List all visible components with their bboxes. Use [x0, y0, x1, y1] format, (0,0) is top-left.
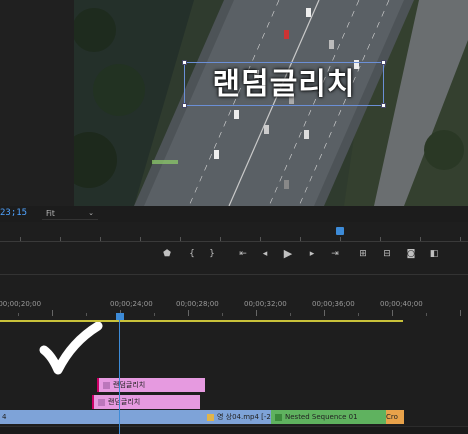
ruler-label: 00;00;28;00 [176, 300, 219, 308]
clip-label: 랜덤글리치 [108, 398, 141, 406]
video-clip[interactable]: 4 [0, 410, 203, 424]
monitor-playhead[interactable] [336, 227, 344, 235]
audio-track-area [0, 426, 468, 434]
ruler-label: 00;00;32;00 [244, 300, 287, 308]
timeline-playhead-line [119, 320, 120, 434]
lift-icon[interactable]: ⊞ [356, 249, 370, 259]
comparison-view-icon[interactable]: ◧ [427, 249, 441, 259]
panel-divider [0, 274, 468, 275]
timeline-playhead[interactable] [116, 313, 124, 320]
export-frame-icon[interactable]: ◙ [404, 249, 418, 259]
mark-out-icon[interactable]: } [205, 249, 219, 259]
go-to-out-icon[interactable]: ⇥ [328, 249, 342, 259]
zoom-fit-label: Fit [46, 209, 55, 218]
zoom-fit-select[interactable]: Fit ⌄ [42, 209, 98, 220]
checkmark-annotation [38, 321, 104, 386]
video-clip[interactable]: 영 상04.mp4 [-20 [203, 410, 271, 424]
fx-icon [207, 413, 214, 421]
go-to-in-icon[interactable]: ⇤ [236, 249, 250, 259]
clip-label: Cro [386, 413, 398, 421]
play-icon[interactable]: ▶ [281, 247, 295, 260]
playhead-timecode[interactable]: 23;15 [0, 208, 27, 218]
monitor-mini-timeline[interactable] [0, 226, 468, 242]
timeline-ruler[interactable]: ;00;00;20;00 00;00;24;00 00;00;28;00 00;… [0, 300, 468, 322]
fx-icon [275, 413, 282, 421]
ruler-label: 00;00;40;00 [380, 300, 423, 308]
extract-icon[interactable]: ⊟ [380, 249, 394, 259]
clip-label: 랜덤글리치 [113, 381, 146, 389]
transform-handle[interactable] [182, 60, 187, 65]
clip-label: 영 상04.mp4 [-20 [217, 413, 271, 421]
ruler-label: 00;00;36;00 [312, 300, 355, 308]
fx-icon [103, 381, 110, 389]
crop-clip[interactable]: Cro [386, 410, 404, 424]
step-forward-icon[interactable]: ▸ [305, 249, 319, 259]
transform-handle[interactable] [182, 103, 187, 108]
nested-sequence-clip[interactable]: Nested Sequence 01 [271, 410, 386, 424]
fx-icon [98, 398, 105, 406]
title-clip[interactable]: 랜덤글리치 [92, 395, 200, 409]
ruler-label: ;00;00;20;00 [0, 300, 42, 308]
transform-handle[interactable] [381, 60, 386, 65]
mark-in-icon[interactable]: { [185, 249, 199, 259]
chevron-down-icon: ⌄ [88, 209, 94, 217]
clip-label: 4 [2, 413, 7, 421]
clip-label: Nested Sequence 01 [285, 413, 358, 421]
marker-icon[interactable]: ⬟ [160, 249, 174, 259]
title-clip[interactable]: 랜덤글리치 [97, 378, 205, 392]
source-panel-area [0, 0, 74, 206]
transform-handle[interactable] [381, 103, 386, 108]
step-back-icon[interactable]: ◂ [258, 249, 272, 259]
ruler-label: 00;00;24;00 [110, 300, 153, 308]
title-overlay[interactable]: 랜덤글리치 [184, 62, 384, 106]
